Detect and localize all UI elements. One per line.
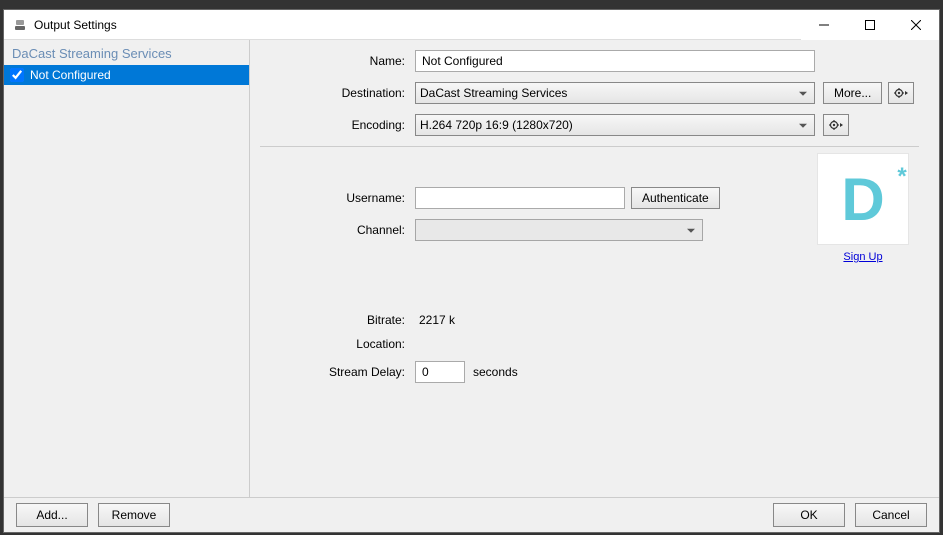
- content-area: DaCast Streaming Services Not Configured…: [4, 40, 939, 497]
- sidebar-item-not-configured[interactable]: Not Configured: [4, 65, 249, 85]
- stream-delay-label: Stream Delay:: [260, 365, 415, 379]
- add-button[interactable]: Add...: [16, 503, 88, 527]
- ok-button[interactable]: OK: [773, 503, 845, 527]
- minimize-button[interactable]: [801, 10, 847, 40]
- output-settings-window: Output Settings DaCast Streaming Service…: [3, 9, 940, 533]
- name-label: Name:: [260, 54, 415, 68]
- gear-icon: [894, 87, 908, 99]
- maximize-button[interactable]: [847, 10, 893, 40]
- main-panel: Name: Destination: DaCast Streaming Serv…: [250, 40, 939, 497]
- stream-delay-unit: seconds: [473, 365, 518, 379]
- destination-settings-button[interactable]: [888, 82, 914, 104]
- titlebar: Output Settings: [4, 10, 939, 40]
- stream-delay-input[interactable]: [415, 361, 465, 383]
- signup-link[interactable]: Sign Up: [843, 251, 882, 263]
- bitrate-value: 2217 k: [415, 313, 455, 327]
- cancel-button[interactable]: Cancel: [855, 503, 927, 527]
- dacast-logo: D*: [817, 153, 909, 245]
- authenticate-button[interactable]: Authenticate: [631, 187, 720, 209]
- encoding-label: Encoding:: [260, 118, 415, 132]
- divider: [260, 146, 919, 147]
- gear-icon: [829, 119, 843, 131]
- sidebar-header: DaCast Streaming Services: [4, 40, 249, 65]
- encoding-select[interactable]: H.264 720p 16:9 (1280x720): [415, 114, 815, 136]
- bitrate-label: Bitrate:: [260, 313, 415, 327]
- sidebar-item-checkbox[interactable]: [10, 68, 24, 82]
- remove-button[interactable]: Remove: [98, 503, 170, 527]
- sidebar: DaCast Streaming Services Not Configured: [4, 40, 250, 497]
- destination-label: Destination:: [260, 86, 415, 100]
- destination-select[interactable]: DaCast Streaming Services: [415, 82, 815, 104]
- channel-select: [415, 219, 703, 241]
- more-button[interactable]: More...: [823, 82, 882, 104]
- channel-label: Channel:: [260, 223, 415, 237]
- sidebar-item-label: Not Configured: [30, 68, 111, 82]
- logo-star-icon: *: [897, 163, 906, 191]
- app-icon: [12, 17, 28, 33]
- name-input[interactable]: [415, 50, 815, 72]
- footer: Add... Remove OK Cancel: [4, 497, 939, 532]
- encoding-settings-button[interactable]: [823, 114, 849, 136]
- username-label: Username:: [260, 191, 415, 205]
- window-title: Output Settings: [34, 18, 801, 32]
- location-label: Location:: [260, 337, 415, 351]
- close-button[interactable]: [893, 10, 939, 40]
- logo-letter: D*: [841, 165, 884, 234]
- username-input[interactable]: [415, 187, 625, 209]
